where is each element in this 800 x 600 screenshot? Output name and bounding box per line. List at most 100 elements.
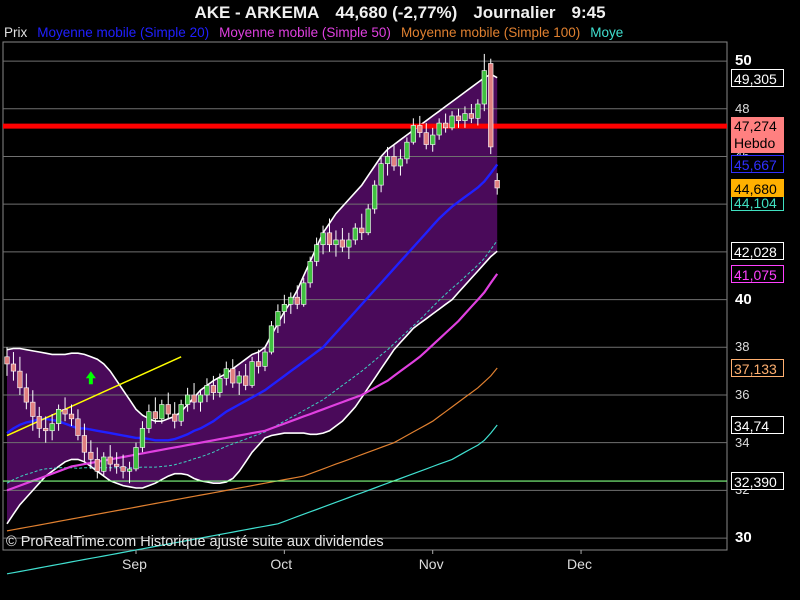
candle-body — [165, 404, 171, 415]
candle-body — [320, 232, 326, 246]
price-chart[interactable] — [0, 0, 800, 600]
candle-body — [236, 375, 242, 384]
price-badge: 49,305 — [731, 68, 784, 87]
candle-body — [268, 325, 275, 353]
candle-body — [423, 132, 429, 145]
candle-body — [81, 435, 87, 453]
candle-body — [301, 282, 307, 305]
candle-body — [378, 163, 384, 186]
candle-body — [249, 361, 255, 386]
x-tick-label: Nov — [418, 556, 444, 572]
candle-body — [294, 296, 300, 305]
candle-body — [133, 447, 139, 470]
candle-body — [10, 363, 17, 372]
candle-body — [430, 134, 436, 145]
candle-body — [191, 394, 197, 403]
candle-body — [417, 125, 423, 133]
candle-body — [475, 103, 481, 119]
candle-body — [288, 296, 294, 305]
candle-body — [178, 404, 184, 422]
candle-body — [4, 356, 10, 365]
y-tick-label: 48 — [735, 100, 750, 116]
y-tick-label: 36 — [735, 386, 750, 402]
x-tick-label: Oct — [270, 556, 293, 572]
candle-body — [281, 304, 287, 312]
price-badge: 32,390 — [731, 472, 784, 491]
candle-body — [210, 385, 217, 393]
candle-body — [275, 311, 281, 327]
candle-body — [159, 404, 165, 420]
price-badge: 41,075 — [731, 264, 784, 283]
candle-body — [339, 239, 346, 248]
candle-body — [197, 394, 204, 403]
candle-body — [62, 408, 68, 415]
candle-body — [488, 63, 494, 148]
candle-body — [94, 459, 100, 472]
candle-body — [230, 368, 236, 384]
candle-body — [481, 70, 487, 105]
candle-body — [468, 113, 475, 119]
price-badge: 42,028 — [731, 242, 784, 261]
candle-body — [217, 377, 223, 393]
candle-body — [462, 113, 468, 122]
price-badge: 47,274 Hebdo — [731, 117, 784, 154]
candle-body — [107, 456, 113, 465]
x-tick-label: Sep — [122, 556, 147, 572]
candle-body — [494, 180, 500, 189]
candle-body — [333, 239, 339, 246]
candle-body — [185, 394, 191, 405]
candle-body — [146, 411, 152, 429]
price-badge-sublabel: Hebdo — [734, 135, 776, 152]
candle-body — [326, 232, 333, 246]
price-badge: 37,133 — [731, 358, 784, 377]
candle-body — [365, 208, 371, 234]
candle-body — [101, 456, 107, 472]
candle-body — [23, 387, 29, 403]
candle-body — [372, 184, 378, 210]
candle-body — [17, 370, 23, 389]
candle-body — [449, 115, 455, 129]
candle-body — [36, 416, 42, 429]
candle-body — [352, 227, 358, 241]
y-tick-label: 34 — [735, 434, 750, 450]
candle-body — [346, 239, 352, 248]
candle-body — [139, 428, 146, 448]
candle-body — [68, 413, 75, 420]
candle-body — [152, 411, 158, 420]
y-tick-label: 38 — [735, 339, 750, 355]
candle-body — [49, 423, 55, 432]
price-badge: 44,680 — [731, 178, 784, 197]
candle-body — [75, 418, 81, 436]
candle-body — [307, 261, 313, 284]
x-tick-label: Dec — [567, 556, 592, 572]
candle-body — [172, 413, 178, 422]
candle-body — [262, 351, 268, 367]
y-tick-label: 50 — [735, 52, 752, 70]
price-badge: 34,74 — [731, 416, 784, 435]
candle-body — [404, 141, 410, 160]
candle-body — [255, 361, 262, 367]
candle-body — [204, 385, 210, 396]
candle-body — [313, 244, 320, 262]
price-badge: 45,667 — [731, 155, 784, 174]
candle-body — [359, 227, 365, 234]
copyright-notice: © ProRealTime.com Historique ajusté suit… — [6, 534, 384, 550]
candle-body — [120, 466, 126, 472]
candle-body — [410, 125, 416, 143]
candle-body — [442, 122, 449, 129]
candle-body — [391, 156, 397, 167]
candle-body — [114, 463, 120, 467]
candle-body — [55, 408, 62, 424]
candle-body — [243, 375, 249, 386]
candle-body — [436, 122, 442, 136]
candle-body — [126, 468, 133, 472]
candle-body — [30, 401, 36, 417]
candle-body — [384, 156, 391, 164]
candle-body — [397, 158, 404, 167]
y-tick-label: 40 — [735, 290, 752, 308]
candle-body — [43, 428, 49, 432]
candle-body — [88, 451, 94, 460]
candle-body — [223, 368, 229, 379]
candle-body — [455, 115, 462, 122]
y-tick-label: 30 — [735, 529, 752, 547]
